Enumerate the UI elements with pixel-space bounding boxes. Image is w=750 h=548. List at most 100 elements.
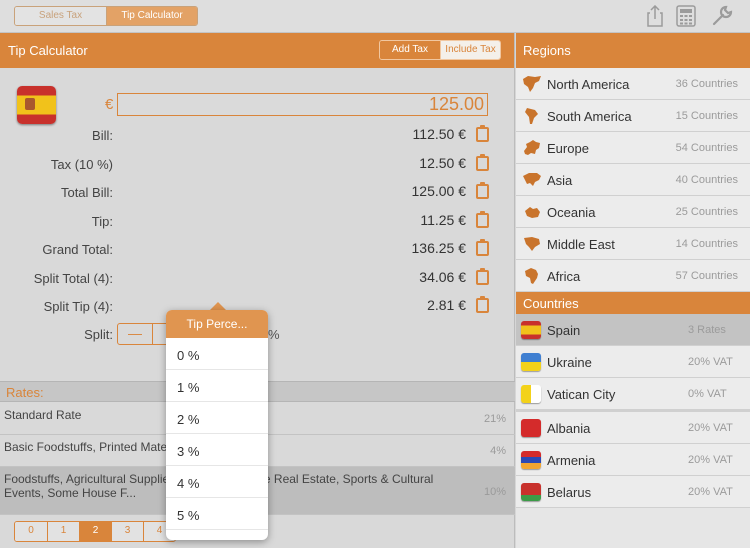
bill-value: 112.50 € [412, 126, 466, 142]
total-bill-row: Total Bill: 125.00 € [0, 182, 515, 202]
calculator-header: Tip Calculator Add Tax Include Tax [0, 33, 514, 68]
regions-panel: Regions North America 36 Countries South… [516, 33, 750, 548]
clipboard-icon[interactable] [476, 296, 489, 313]
countries-header: Countries [516, 292, 750, 314]
rate-percent: 21% [483, 413, 506, 425]
region-name: Oceania [547, 205, 596, 220]
split-percent: % [268, 327, 280, 342]
region-name: North America [547, 77, 630, 92]
mode-segmented-control: Sales Tax Tip Calculator [14, 6, 198, 26]
add-tax-button[interactable]: Add Tax [380, 41, 440, 59]
tip-option[interactable]: 4 % [166, 466, 268, 498]
oceania-map-icon [522, 203, 542, 221]
bill-row: Bill: 112.50 € [0, 125, 515, 145]
clipboard-icon[interactable] [476, 182, 489, 199]
region-count: 57 Countries [675, 270, 738, 282]
amount-input[interactable]: 125.00 [117, 93, 488, 116]
country-vat: 20% VAT [688, 422, 733, 434]
region-oceania[interactable]: Oceania 25 Countries [516, 196, 750, 228]
tip-option[interactable]: 2 % [166, 402, 268, 434]
region-north-america[interactable]: North America 36 Countries [516, 68, 750, 100]
calculator-title: Tip Calculator [8, 43, 88, 58]
region-count: 15 Countries [675, 110, 738, 122]
country-belarus[interactable]: Belarus 20% VAT [516, 476, 750, 508]
tip-value: 11.25 € [420, 212, 466, 228]
europe-map-icon [522, 139, 542, 157]
total-bill-value: 125.00 € [411, 183, 467, 199]
region-count: 25 Countries [675, 206, 738, 218]
belarus-flag-icon [521, 483, 541, 501]
clipboard-icon[interactable] [476, 268, 489, 285]
country-vat: 20% VAT [688, 486, 733, 498]
tip-label: Tip: [91, 214, 113, 229]
armenia-flag-icon [521, 451, 541, 469]
country-name: Spain [547, 323, 581, 338]
calculator-icon[interactable] [674, 5, 698, 29]
albania-flag-icon [521, 419, 541, 437]
region-name: Middle East [547, 237, 615, 252]
tip-option[interactable]: 1 % [166, 370, 268, 402]
split-total-label: Split Total (4): [33, 271, 113, 286]
clipboard-icon[interactable] [476, 211, 489, 228]
south-america-map-icon [522, 107, 542, 125]
middle-east-map-icon [522, 235, 542, 253]
africa-map-icon [522, 267, 542, 285]
popover-title: Tip Perce... [166, 310, 268, 338]
split-total-value: 34.06 € [419, 269, 466, 285]
split-label: Split: [84, 327, 113, 342]
rate-percent: 10% [483, 486, 506, 498]
tab-tip-calculator[interactable]: Tip Calculator [106, 7, 197, 25]
country-vat: 0% VAT [688, 388, 727, 400]
tip-option[interactable]: 3 % [166, 434, 268, 466]
country-vat: 3 Rates [688, 324, 726, 336]
grand-total-value: 136.25 € [411, 240, 467, 256]
grand-total-row: Grand Total: 136.25 € [0, 239, 515, 259]
region-count: 36 Countries [675, 78, 738, 90]
country-albania[interactable]: Albania 20% VAT [516, 412, 750, 444]
country-ukraine[interactable]: Ukraine 20% VAT [516, 346, 750, 378]
wrench-icon[interactable] [710, 5, 734, 29]
country-vat: 20% VAT [688, 454, 733, 466]
top-toolbar: Sales Tax Tip Calculator [0, 0, 750, 33]
preset-2[interactable]: 2 [79, 522, 111, 541]
country-armenia[interactable]: Armenia 20% VAT [516, 444, 750, 476]
region-europe[interactable]: Europe 54 Countries [516, 132, 750, 164]
country-name: Armenia [547, 453, 596, 468]
spain-flag [17, 86, 56, 124]
clipboard-icon[interactable] [476, 154, 489, 171]
spain-flag-icon [521, 321, 541, 339]
region-africa[interactable]: Africa 57 Countries [516, 260, 750, 292]
preset-0[interactable]: 0 [15, 522, 47, 541]
tax-value: 12.50 € [419, 155, 466, 171]
bill-label: Bill: [92, 128, 113, 143]
split-tip-value: 2.81 € [427, 297, 466, 313]
tab-sales-tax[interactable]: Sales Tax [15, 7, 106, 25]
country-spain[interactable]: Spain 3 Rates [516, 314, 750, 346]
rate-percent: 4% [490, 445, 506, 457]
region-middle-east[interactable]: Middle East 14 Countries [516, 228, 750, 260]
tax-mode-segmented-control: Add Tax Include Tax [379, 40, 501, 60]
country-name: Vatican City [547, 387, 616, 402]
tip-row: Tip: 11.25 € [0, 211, 515, 231]
preset-3[interactable]: 3 [111, 522, 143, 541]
tip-option[interactable]: 0 % [166, 338, 268, 370]
region-asia[interactable]: Asia 40 Countries [516, 164, 750, 196]
split-decrement-button[interactable]: — [118, 324, 152, 344]
north-america-map-icon [522, 75, 542, 93]
country-vat: 20% VAT [688, 356, 733, 368]
region-name: Europe [547, 141, 589, 156]
clipboard-icon[interactable] [476, 239, 489, 256]
region-south-america[interactable]: South America 15 Countries [516, 100, 750, 132]
region-count: 40 Countries [675, 174, 738, 186]
vatican-flag-icon [521, 385, 541, 403]
include-tax-button[interactable]: Include Tax [440, 41, 500, 59]
tip-option[interactable]: 5 % [166, 498, 268, 530]
tip-percent-popover: Tip Perce... 0 % 1 % 2 % 3 % 4 % 5 % [166, 310, 268, 540]
country-name: Ukraine [547, 355, 592, 370]
preset-1[interactable]: 1 [47, 522, 79, 541]
country-vatican-city[interactable]: Vatican City 0% VAT [516, 378, 750, 410]
region-name: Africa [547, 269, 581, 284]
clipboard-icon[interactable] [476, 125, 489, 142]
share-icon[interactable] [643, 4, 667, 29]
country-name: Belarus [547, 485, 592, 500]
